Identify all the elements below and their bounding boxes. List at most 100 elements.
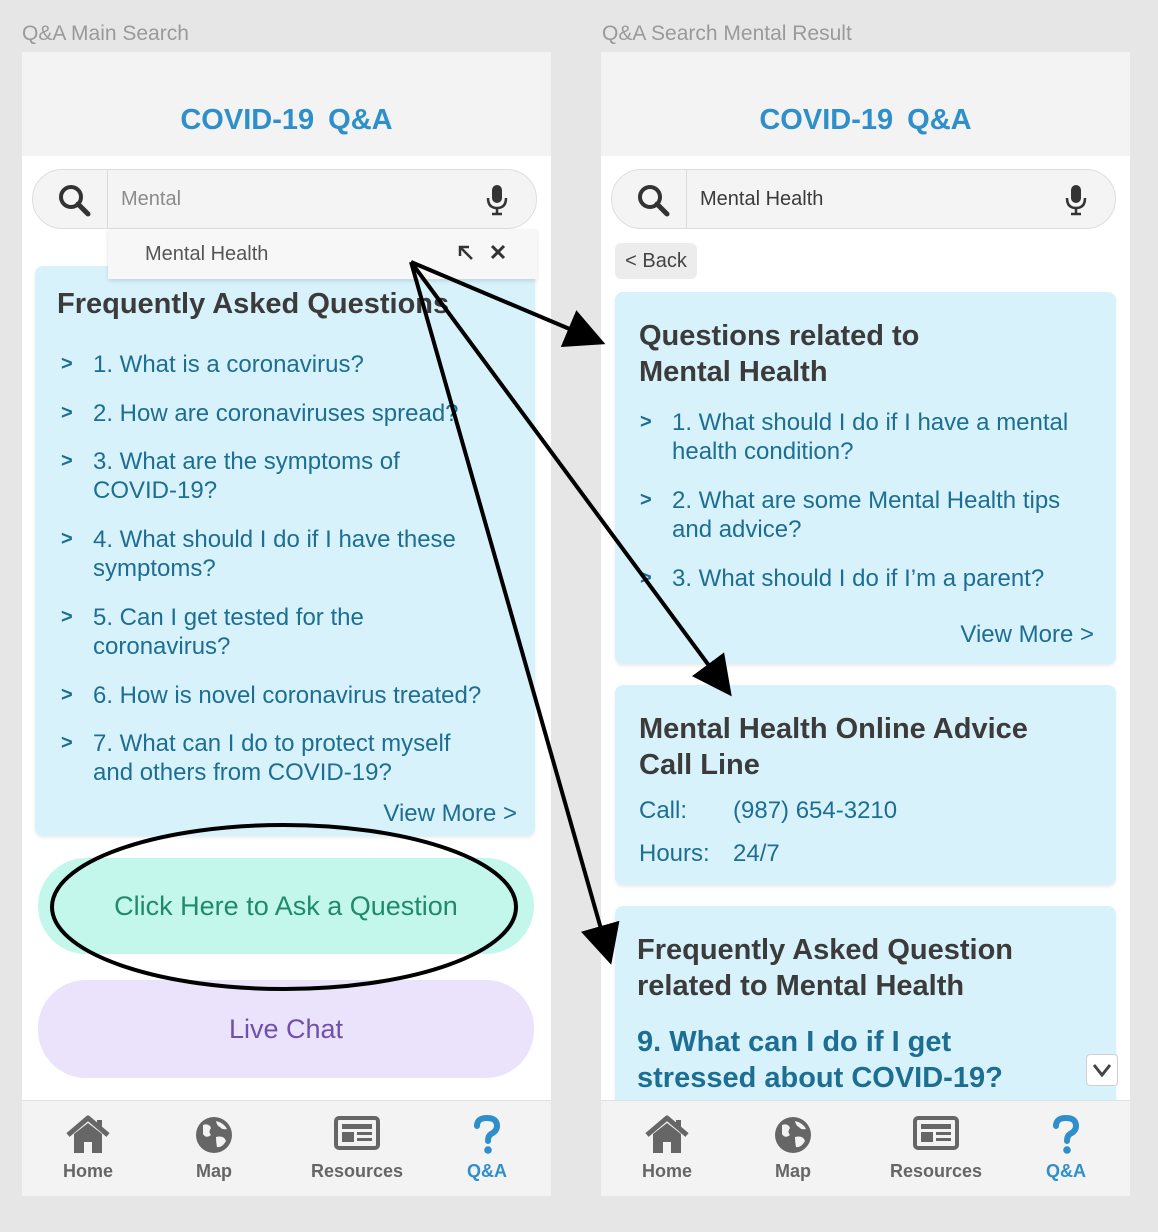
faq-item-text: 2. How are coronaviruses spread?	[93, 400, 459, 427]
newspaper-icon	[913, 1116, 959, 1150]
tab-map[interactable]: Map	[172, 1101, 256, 1196]
search-divider	[686, 170, 687, 228]
microphone-icon[interactable]	[1065, 184, 1087, 216]
view-more-link[interactable]: View More >	[383, 800, 517, 828]
search-icon[interactable]	[57, 183, 91, 217]
tab-label: Home	[641, 1161, 692, 1181]
microphone-icon[interactable]	[486, 184, 508, 216]
chevron-right-icon: >	[61, 402, 73, 424]
question-mark-icon	[1053, 1115, 1080, 1154]
faq-item-text: 3. What are the symptoms of	[93, 448, 400, 475]
related-item-text: 1. What should I do if I have a mental	[672, 409, 1069, 436]
tab-label: Q&A	[1046, 1161, 1086, 1181]
related-item[interactable]: > 2. What are some Mental Health tips an…	[640, 486, 1061, 544]
faq-item[interactable]: > 1. What is a coronavirus?	[61, 350, 364, 379]
faq-item[interactable]: > 3. What are the symptoms of COVID-19?	[61, 447, 400, 505]
advice-call-line-card: Mental Health Online Advice Call Line Ca…	[615, 685, 1116, 885]
faq-item-text: 4. What should I do if I have these	[93, 526, 456, 553]
call-phone-link[interactable]: (987) 654-3210	[733, 797, 897, 825]
chevron-right-icon: >	[61, 606, 73, 628]
related-item-text: 3. What should I do if I’m a parent?	[672, 565, 1045, 592]
suggestion-text: Mental Health	[145, 243, 269, 265]
faq-item[interactable]: > 5. Can I get tested for the coronaviru…	[61, 603, 364, 661]
search-bar[interactable]: Mental	[32, 169, 537, 229]
faq-item[interactable]: > 6. How is novel coronavirus treated?	[61, 681, 482, 710]
bottom-tab-bar: Home Map Resources Q&A	[601, 1100, 1130, 1196]
globe-icon	[196, 1117, 232, 1153]
faq-title: Frequently Asked Questions	[57, 288, 450, 320]
back-button[interactable]: < Back	[615, 243, 697, 279]
related-item-text: health condition?	[672, 438, 854, 465]
faq-item-text: coronavirus?	[93, 633, 231, 660]
arrow-up-left-icon[interactable]	[456, 243, 476, 263]
tab-label: Resources	[889, 1161, 983, 1181]
faq-item[interactable]: > 2. How are coronaviruses spread?	[61, 399, 459, 428]
tab-label: Resources	[310, 1161, 404, 1181]
chevron-right-icon: >	[640, 567, 652, 589]
live-chat-button[interactable]: Live Chat	[38, 980, 534, 1078]
chevron-right-icon: >	[640, 489, 652, 511]
chevron-right-icon: >	[61, 528, 73, 550]
close-icon[interactable]	[488, 242, 508, 262]
search-suggestion[interactable]: Mental Health	[108, 229, 537, 279]
related-item[interactable]: > 1. What should I do if I have a mental…	[640, 408, 1069, 466]
call-line-title: Mental Health Online Advice Call Line	[639, 713, 1028, 781]
view-more-link[interactable]: View More >	[960, 621, 1094, 649]
frame-label-right: Q&A Search Mental Result	[602, 22, 852, 45]
phone-screen-search-result: COVID-19 Q&A Mental Health < Back Questi…	[601, 52, 1130, 1196]
faq-item-text: 5. Can I get tested for the	[93, 604, 364, 631]
tab-map[interactable]: Map	[751, 1101, 835, 1196]
ask-question-button[interactable]: Click Here to Ask a Question	[38, 858, 534, 954]
faq-item-text: COVID-19?	[93, 477, 218, 504]
hours-value: 24/7	[733, 840, 780, 867]
newspaper-icon	[334, 1116, 380, 1150]
search-input[interactable]: Mental Health	[700, 188, 823, 211]
search-bar[interactable]: Mental Health	[611, 169, 1116, 229]
scroll-down-button[interactable]	[1086, 1054, 1118, 1086]
app-header: COVID-19 Q&A	[22, 52, 551, 156]
tab-label: Map	[775, 1161, 811, 1181]
chevron-right-icon: >	[61, 684, 73, 706]
question-mark-icon	[474, 1115, 501, 1154]
home-icon	[645, 1115, 689, 1153]
tab-qa[interactable]: Q&A	[1026, 1101, 1106, 1196]
search-input[interactable]: Mental	[121, 188, 181, 211]
phone-screen-main-search: COVID-19 Q&A Mental Frequently Asked Que…	[22, 52, 551, 1196]
tab-home[interactable]: Home	[623, 1101, 711, 1196]
related-item-text: 2. What are some Mental Health tips	[672, 487, 1061, 514]
chevron-right-icon: >	[61, 450, 73, 472]
chevron-down-icon	[1092, 1064, 1112, 1078]
chevron-right-icon: >	[61, 353, 73, 375]
tab-home[interactable]: Home	[44, 1101, 132, 1196]
faq-item-text: 1. What is a coronavirus?	[93, 351, 364, 378]
tab-resources[interactable]: Resources	[302, 1101, 412, 1196]
related-item-text: and advice?	[672, 516, 802, 543]
faq-item[interactable]: > 7. What can I do to protect myself and…	[61, 729, 451, 787]
call-label: Call:	[639, 797, 688, 824]
search-icon[interactable]	[636, 183, 670, 217]
faq-related-question[interactable]: 9. What can I do if I get stressed about…	[637, 1024, 1003, 1096]
related-item[interactable]: > 3. What should I do if I’m a parent?	[640, 564, 1045, 593]
globe-icon	[775, 1117, 811, 1153]
bottom-tab-bar: Home Map Resources Q&A	[22, 1100, 551, 1196]
chevron-right-icon: >	[640, 411, 652, 433]
search-divider	[107, 170, 108, 228]
faq-item-text: and others from COVID-19?	[93, 759, 392, 786]
tab-label: Home	[62, 1161, 113, 1181]
tab-label: Q&A	[467, 1161, 507, 1181]
faq-item-text: symptoms?	[93, 555, 216, 582]
faq-related-title: Frequently Asked Question related to Men…	[637, 934, 1013, 1002]
tab-label: Map	[196, 1161, 232, 1181]
page-title: COVID-19 Q&A	[759, 104, 972, 136]
frame-label-left: Q&A Main Search	[22, 22, 189, 45]
tab-qa[interactable]: Q&A	[447, 1101, 527, 1196]
faq-item-text: 6. How is novel coronavirus treated?	[93, 682, 482, 709]
tab-resources[interactable]: Resources	[881, 1101, 991, 1196]
related-questions-card: Questions related to Mental Health > 1. …	[615, 292, 1116, 664]
app-header: COVID-19 Q&A	[601, 52, 1130, 156]
home-icon	[66, 1115, 110, 1153]
faq-item[interactable]: > 4. What should I do if I have these sy…	[61, 525, 456, 583]
related-title: Questions related to Mental Health	[639, 320, 920, 388]
faq-item-text: 7. What can I do to protect myself	[93, 730, 451, 757]
faq-card: Frequently Asked Questions > 1. What is …	[35, 266, 535, 836]
